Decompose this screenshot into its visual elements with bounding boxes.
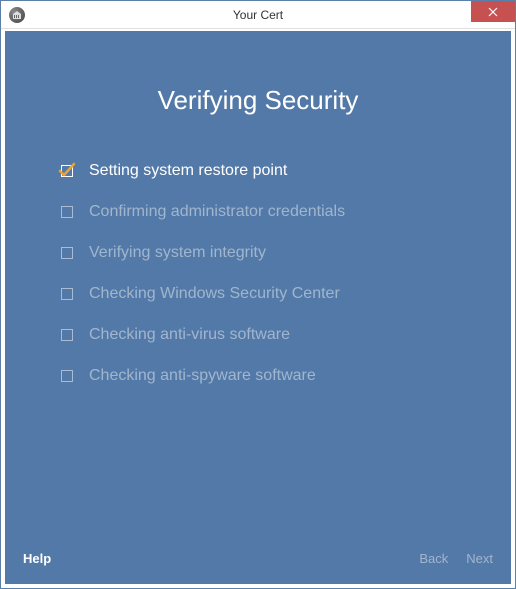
footer-bar: Help Back Next [5, 540, 511, 584]
titlebar: Your Cert [1, 1, 515, 29]
app-window: Your Cert Verifying Security Setting sys… [0, 0, 516, 589]
step-label: Setting system restore point [89, 162, 287, 180]
step-label: Checking anti-virus software [89, 326, 290, 344]
page-heading: Verifying Security [5, 85, 511, 116]
step-item: Checking anti-spyware software [59, 367, 471, 385]
checkbox-empty-icon [59, 245, 75, 261]
step-label: Checking anti-spyware software [89, 367, 316, 385]
step-item: Setting system restore point [59, 162, 471, 180]
step-item: Verifying system integrity [59, 244, 471, 262]
checkbox-empty-icon [59, 327, 75, 343]
checkbox-empty-icon [59, 286, 75, 302]
step-item: Checking Windows Security Center [59, 285, 471, 303]
next-button[interactable]: Next [466, 551, 493, 566]
close-icon [488, 7, 498, 17]
nav-buttons: Back Next [419, 551, 493, 566]
checkbox-empty-icon [59, 368, 75, 384]
checkmark-icon [59, 163, 75, 179]
step-label: Verifying system integrity [89, 244, 266, 262]
step-label: Confirming administrator credentials [89, 203, 345, 221]
window-title: Your Cert [1, 8, 515, 22]
step-label: Checking Windows Security Center [89, 285, 340, 303]
help-link[interactable]: Help [23, 551, 51, 566]
content-panel: Verifying Security Setting system restor… [5, 31, 511, 584]
app-icon [9, 7, 25, 23]
steps-list: Setting system restore point Confirming … [5, 162, 511, 385]
checkbox-empty-icon [59, 204, 75, 220]
step-item: Checking anti-virus software [59, 326, 471, 344]
close-button[interactable] [471, 1, 515, 22]
step-item: Confirming administrator credentials [59, 203, 471, 221]
back-button[interactable]: Back [419, 551, 448, 566]
